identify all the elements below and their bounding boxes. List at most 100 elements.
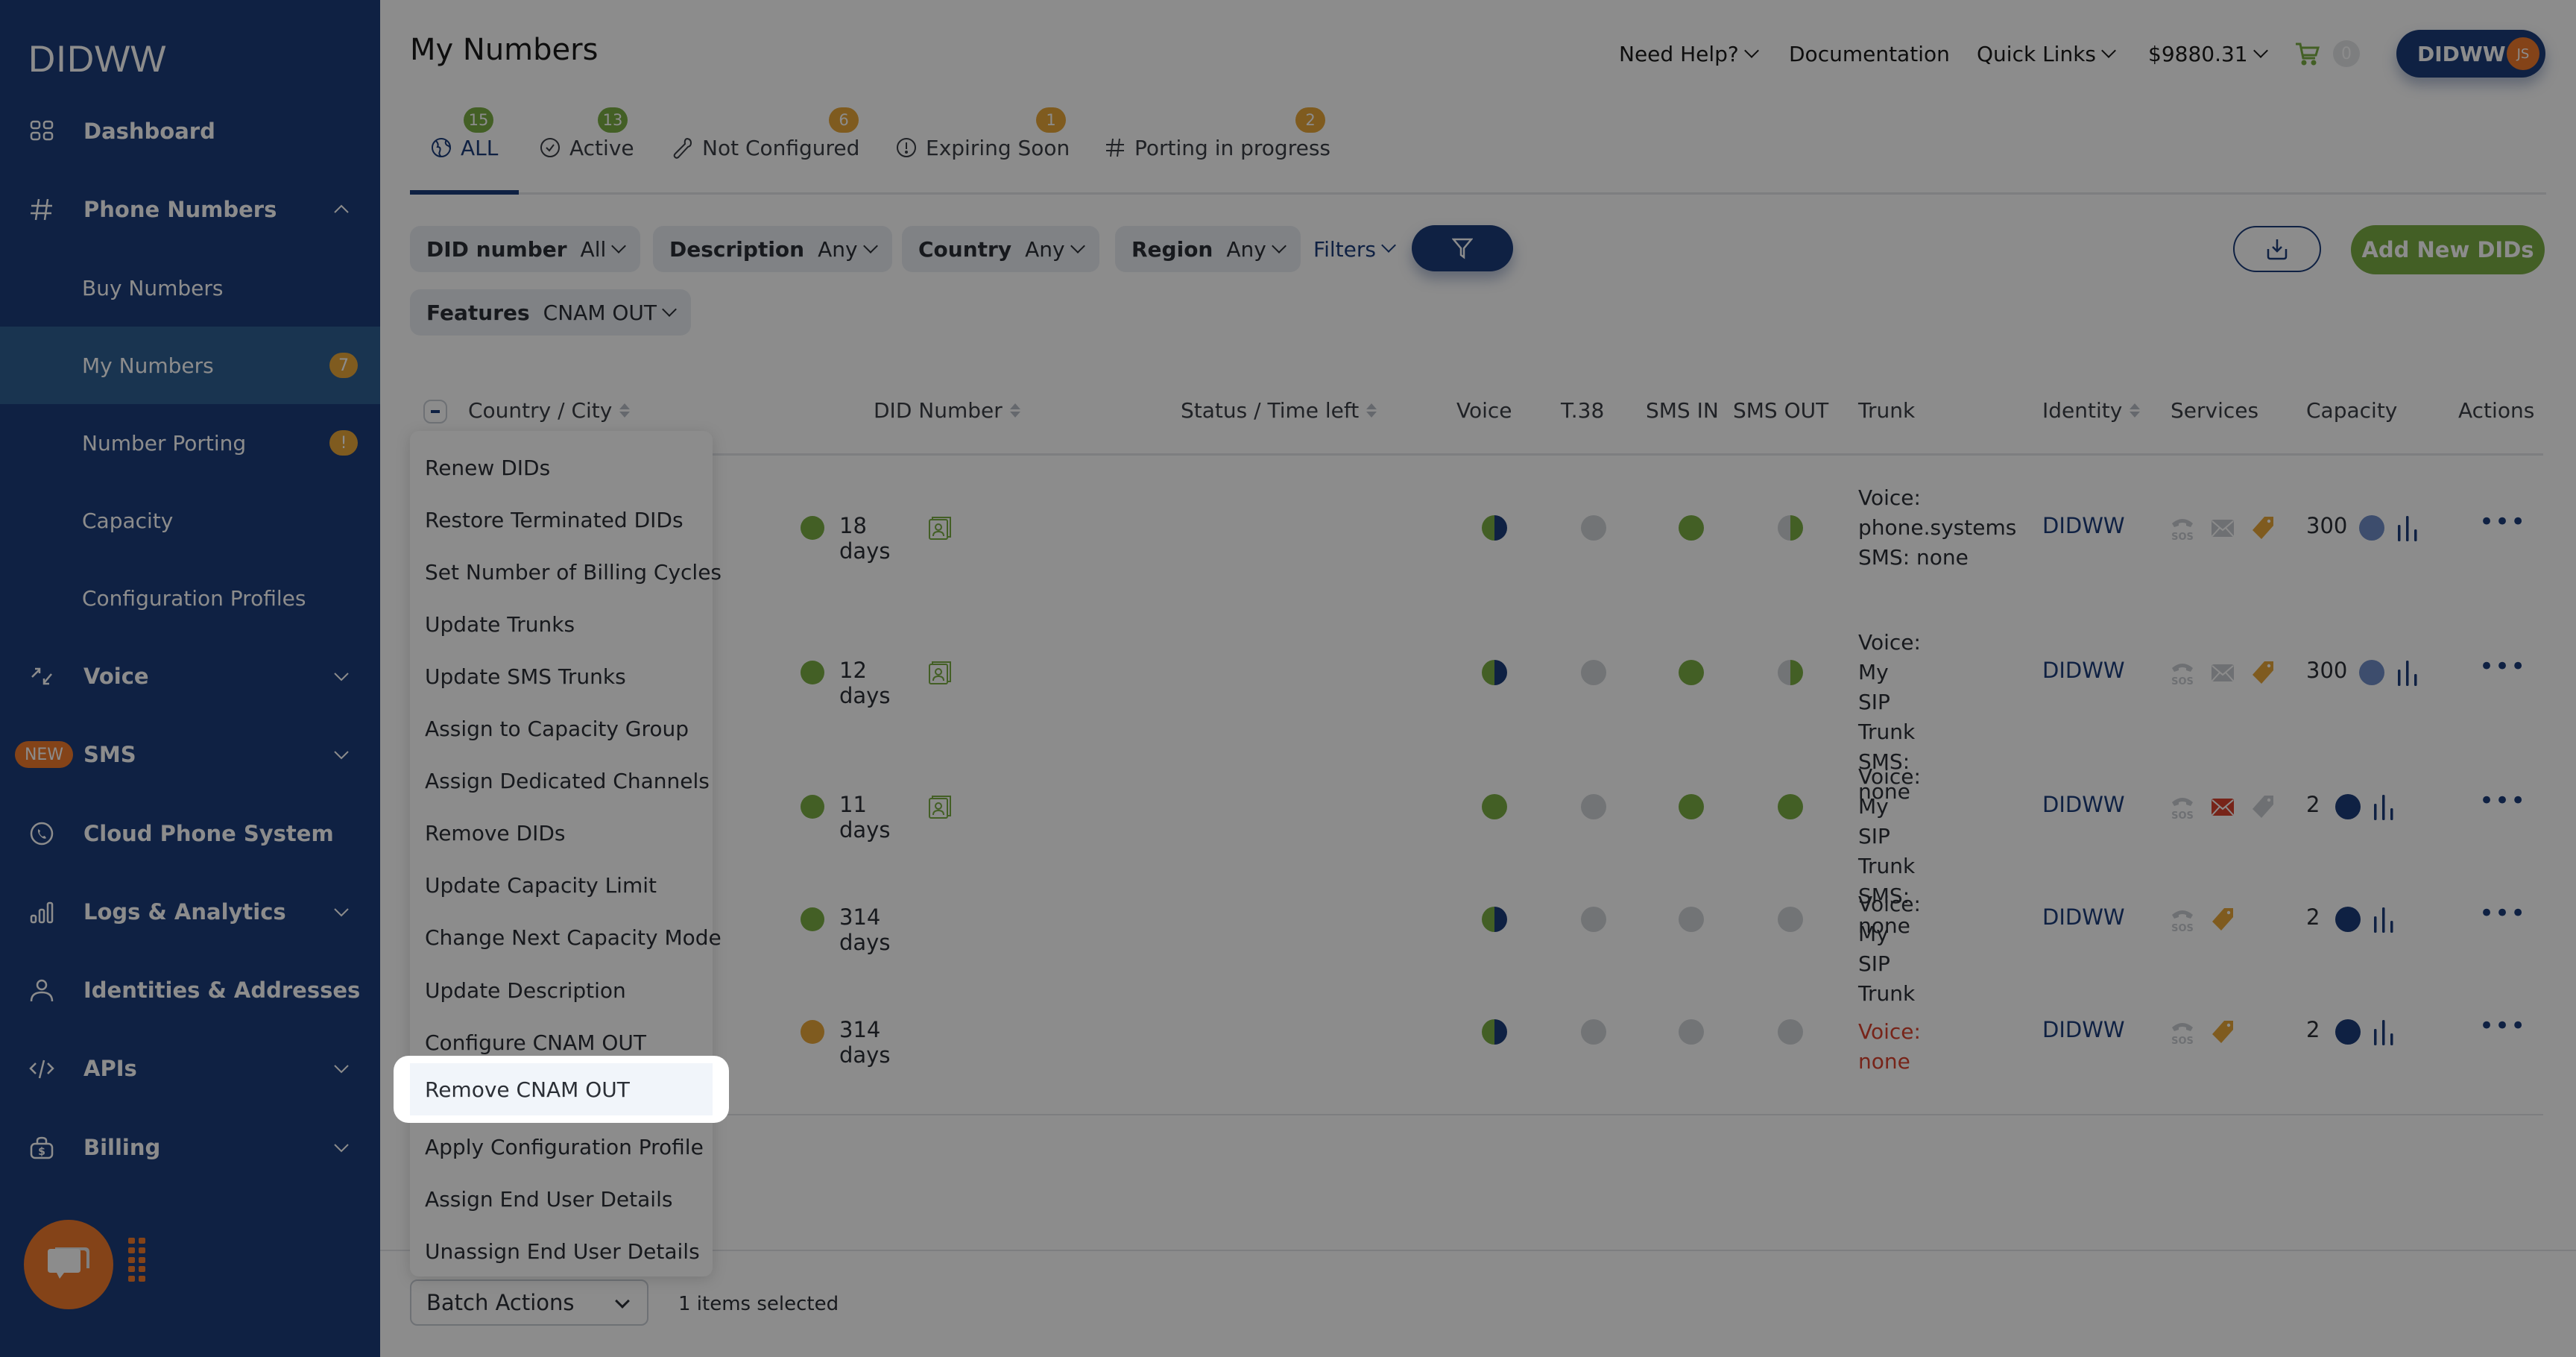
tag-icon[interactable] [2209,1018,2236,1045]
menu-item-update-sms-trunks[interactable]: Update SMS Trunks [410,650,713,702]
chevron-down-icon[interactable] [332,1139,350,1156]
row-actions-menu-icon[interactable]: ••• [2479,1011,2526,1041]
mail-icon[interactable] [2209,659,2236,686]
tag-icon[interactable] [2250,514,2276,541]
menu-item-set-number-of-billing-cycles[interactable]: Set Number of Billing Cycles [410,546,722,598]
menu-item-assign-dedicated-channels[interactable]: Assign Dedicated Channels [410,755,713,807]
sos-phone-icon[interactable]: SOS [2169,1018,2196,1047]
tab-expiring-soon[interactable]: Expiring Soon [894,131,1070,164]
status-dot [801,795,824,819]
tab-active[interactable]: Active [538,131,634,164]
menu-item-remove-dids[interactable]: Remove DIDs [410,807,713,860]
need-help-dropdown[interactable]: Need Help? [1619,36,1759,72]
identity-link[interactable]: DIDWW [2042,513,2125,538]
menu-item-update-description[interactable]: Update Description [410,964,713,1016]
country-filter[interactable]: Country Any [902,226,1099,272]
menu-item-assign-end-user-details[interactable]: Assign End User Details [410,1173,713,1225]
documentation-link[interactable]: Documentation [1789,36,1950,72]
identity-link[interactable]: DIDWW [2042,792,2125,817]
column-header-did-number[interactable]: DID Number [874,398,1020,423]
sidebar-item-cloud-phone-system[interactable]: Cloud Phone System [0,795,380,872]
capacity-chart-icon[interactable] [2395,659,2420,686]
menu-item-assign-to-capacity-group[interactable]: Assign to Capacity Group [410,703,713,755]
sos-phone-icon[interactable]: SOS [2169,906,2196,934]
menu-item-renew-dids[interactable]: Renew DIDs [410,441,713,494]
contract-icon[interactable] [927,660,953,685]
contract-icon[interactable] [927,794,953,819]
tab-all[interactable]: ALL [429,131,498,164]
sidebar-item-sms[interactable]: NEW SMS [0,716,380,793]
tag-icon[interactable] [2209,906,2236,933]
sidebar-item-capacity[interactable]: Capacity [0,482,380,559]
filters-dropdown[interactable]: Filters [1313,237,1396,262]
sidebar-item-logs-analytics[interactable]: Logs & Analytics [0,873,380,951]
menu-item-update-capacity-limit[interactable]: Update Capacity Limit [410,860,713,912]
column-header-trunk: Trunk [1858,398,1916,423]
chevron-down-icon[interactable] [332,1060,350,1077]
menu-item-restore-terminated-dids[interactable]: Restore Terminated DIDs [410,494,713,546]
row-actions-menu-icon[interactable]: ••• [2479,507,2526,537]
chevron-down-icon[interactable] [332,903,350,921]
chat-button[interactable] [24,1220,113,1309]
menu-item-change-next-capacity-mode[interactable]: Change Next Capacity Mode [410,912,722,964]
voice-indicator [1482,907,1507,932]
drag-handle[interactable] [128,1238,146,1282]
batch-actions-select[interactable]: Batch Actions [410,1279,648,1326]
add-new-dids-button[interactable]: Add New DIDs [2351,225,2545,274]
menu-item-apply-configuration-profile[interactable]: Apply Configuration Profile [410,1121,713,1173]
tag-icon[interactable] [2250,793,2276,820]
menu-item-remove-cnam-out[interactable]: Remove CNAM OUT [410,1063,713,1115]
identity-link[interactable]: DIDWW [2042,904,2125,930]
sidebar-item-buy-numbers[interactable]: Buy Numbers [0,249,380,327]
sidebar-item-phone-numbers[interactable]: Phone Numbers [0,171,380,248]
chevron-up-icon[interactable] [332,201,350,218]
description-filter[interactable]: Description Any [653,226,892,272]
cart-icon[interactable] [2294,42,2320,66]
menu-item-unassign-end-user-details[interactable]: Unassign End User Details [410,1226,713,1278]
row-actions-menu-icon[interactable]: ••• [2479,786,2526,816]
capacity-chart-icon[interactable] [2371,793,2396,820]
capacity-chart-icon[interactable] [2371,906,2396,933]
column-header-country-city[interactable]: Country / City [468,398,631,423]
row-actions-menu-icon[interactable]: ••• [2479,898,2526,928]
column-header-status[interactable]: Status / Time left [1181,398,1377,423]
column-header-identity[interactable]: Identity [2042,398,2141,423]
menu-item-update-trunks[interactable]: Update Trunks [410,598,713,650]
features-filter[interactable]: Features CNAM OUT [410,289,692,336]
select-all-checkbox[interactable] [423,400,447,424]
contract-icon[interactable] [927,515,953,541]
capacity-chart-icon[interactable] [2371,1018,2396,1045]
balance-dropdown[interactable]: $9880.31 [2148,36,2268,72]
row-actions-menu-icon[interactable]: ••• [2479,652,2526,681]
tab-not-configured[interactable]: Not Configured [671,131,859,164]
identity-link[interactable]: DIDWW [2042,658,2125,683]
tab-porting-in-progress[interactable]: Porting in progress [1103,131,1330,164]
sos-phone-icon[interactable]: SOS [2169,659,2196,687]
quick-links-dropdown[interactable]: Quick Links [1977,36,2116,72]
sidebar-item-identities-addresses[interactable]: Identities & Addresses [0,951,380,1029]
sms-out-indicator [1778,794,1803,819]
region-filter[interactable]: Region Any [1115,226,1301,272]
sidebar-item-dashboard[interactable]: Dashboard [0,92,380,170]
mail-icon[interactable] [2209,514,2236,541]
sos-phone-icon[interactable]: SOS [2169,793,2196,822]
sidebar-item-apis[interactable]: APIs [0,1030,380,1107]
didww-logo[interactable]: DIDWW [28,37,167,81]
sidebar-item-voice[interactable]: Voice [0,637,380,715]
did-number-filter[interactable]: DID number All [410,226,641,272]
sos-phone-icon[interactable]: SOS [2169,514,2196,543]
identity-link[interactable]: DIDWW [2042,1017,2125,1042]
sidebar-item-my-numbers[interactable]: My Numbers 7 [0,327,380,404]
sidebar-item-number-porting[interactable]: Number Porting ! [0,404,380,482]
capacity-chart-icon[interactable] [2395,514,2420,541]
chevron-down-icon[interactable] [332,746,350,763]
sidebar-item-billing[interactable]: $ Billing [0,1109,380,1186]
wrench-icon [671,136,695,160]
account-menu-button[interactable]: DIDWW JS [2396,30,2545,78]
mail-icon[interactable] [2209,793,2236,820]
chevron-down-icon[interactable] [332,667,350,685]
apply-filter-button[interactable] [1412,225,1513,271]
download-button[interactable] [2233,226,2321,272]
tag-icon[interactable] [2250,659,2276,686]
sidebar-item-configuration-profiles[interactable]: Configuration Profiles [0,559,380,637]
